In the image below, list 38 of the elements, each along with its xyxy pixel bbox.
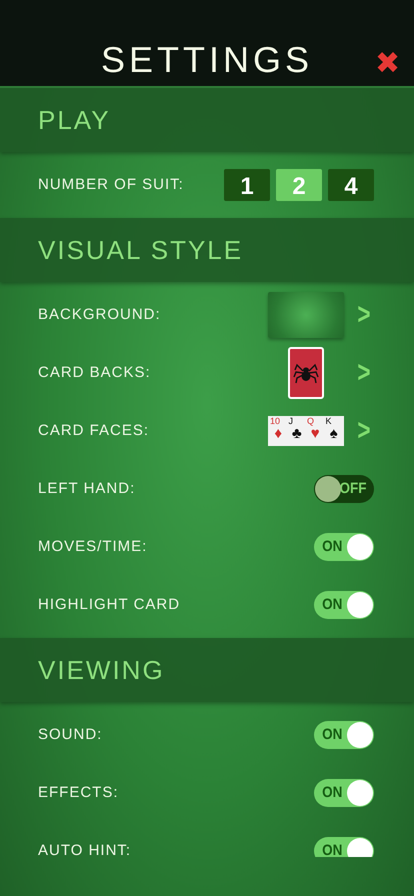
close-button[interactable]: ✖ [375, 46, 400, 82]
card-faces-thumbnail[interactable]: 10 ♦ J ♣ Q ♥ K ♠ [268, 416, 344, 446]
setting-label: MOVES/TIME: [38, 536, 148, 557]
section-title: PLAY [38, 104, 111, 136]
suit-icon: ♣ [288, 426, 306, 442]
toggle-switch[interactable]: ON [314, 591, 374, 619]
section-title: VIEWING [38, 654, 165, 686]
background-thumbnail[interactable] [268, 292, 344, 338]
spider-icon [293, 361, 319, 385]
suit-option[interactable]: 4 [328, 169, 374, 201]
toggle-switch[interactable]: ON [314, 837, 374, 857]
setting-label: CARD BACKS: [38, 362, 151, 383]
card-back-thumbnail[interactable] [288, 347, 324, 399]
toggle-switch[interactable]: OFF [314, 475, 374, 503]
screen-title: SETTINGS [100, 38, 314, 82]
setting-label: AUTO HINT: [38, 840, 132, 857]
chevron-button[interactable]: > [355, 358, 373, 388]
chevron-button[interactable]: > [355, 416, 373, 446]
card-rank: K [324, 416, 333, 426]
suit-option[interactable]: 1 [224, 169, 270, 201]
setting-label: EFFECTS: [38, 782, 119, 803]
suit-icon: ♥ [306, 426, 324, 442]
setting-label: SOUND: [38, 724, 102, 745]
toggle-switch[interactable]: ON [314, 721, 374, 749]
setting-label: LEFT HAND: [38, 478, 136, 499]
setting-label: HIGHLIGHT CARD [38, 594, 180, 615]
setting-label: NUMBER OF SUIT: [38, 174, 184, 195]
toggle-switch[interactable]: ON [314, 533, 374, 561]
card-rank: Q [306, 416, 316, 426]
card-rank: 10 [269, 416, 282, 426]
section-title: VISUAL STYLE [38, 234, 244, 266]
chevron-button[interactable]: > [355, 300, 373, 330]
toggle-switch[interactable]: ON [314, 779, 374, 807]
suit-icon: ♦ [269, 426, 288, 442]
setting-label: CARD FACES: [38, 420, 150, 441]
card-rank: J [288, 416, 294, 426]
setting-label: BACKGROUND: [38, 304, 161, 325]
suit-icon: ♠ [324, 426, 343, 442]
